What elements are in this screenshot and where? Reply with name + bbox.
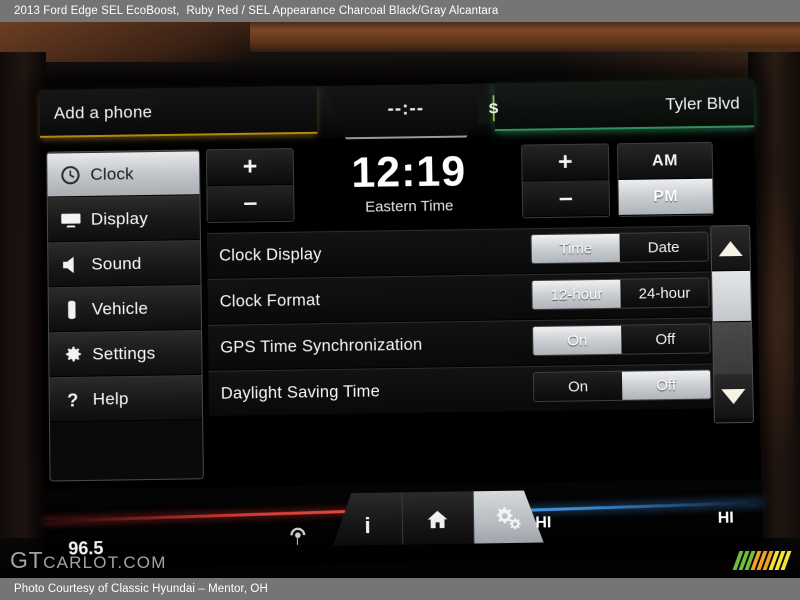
segment-option[interactable]: Off bbox=[621, 370, 711, 400]
settings-row-list: Clock Display Time Date Clock Format 12-… bbox=[206, 225, 720, 431]
current-street-label: Tyler Blvd bbox=[665, 93, 740, 114]
driver-temp-label[interactable]: HI bbox=[535, 514, 551, 532]
row-label: Clock Format bbox=[219, 290, 321, 311]
navigation-panel[interactable]: Tyler Blvd bbox=[494, 79, 755, 132]
audio-accent-line bbox=[43, 508, 375, 522]
minute-increment-button[interactable]: + bbox=[522, 144, 609, 182]
sidebar-item-sound[interactable]: Sound bbox=[48, 240, 201, 288]
segment-option[interactable]: 12-hour bbox=[532, 279, 621, 310]
watermark-brand: GT bbox=[10, 547, 44, 573]
passenger-temp-label[interactable]: HI bbox=[718, 510, 734, 528]
scrollbar-thumb[interactable] bbox=[712, 269, 752, 323]
screen-header: Add a phone --:-- S Tyler Blvd bbox=[39, 79, 755, 142]
photo-credit: Photo Courtesy of Classic Hyundai – Ment… bbox=[14, 583, 268, 595]
segment-option[interactable]: Time bbox=[531, 233, 620, 264]
minute-stepper: + – bbox=[521, 143, 611, 219]
sidebar-item-display[interactable]: Display bbox=[47, 195, 200, 243]
tab-settings[interactable] bbox=[473, 490, 543, 543]
table-row[interactable]: Clock Format 12-hour 24-hour bbox=[207, 271, 718, 325]
sidebar-item-vehicle[interactable]: Vehicle bbox=[48, 284, 202, 333]
caption-vehicle: 2013 Ford Edge SEL EcoBoost, bbox=[14, 5, 180, 17]
svg-text:?: ? bbox=[67, 389, 78, 410]
infotainment-screen: Add a phone --:-- S Tyler Blvd Clock Dis… bbox=[39, 79, 763, 569]
table-row[interactable]: GPS Time Synchronization On Off bbox=[208, 317, 719, 371]
segment-option[interactable]: Off bbox=[621, 324, 710, 354]
sidebar-item-label: Display bbox=[90, 208, 149, 229]
sidebar-item-settings[interactable]: Settings bbox=[49, 329, 202, 378]
clock-timezone-label: Eastern Time bbox=[365, 197, 454, 216]
chevron-up-icon bbox=[718, 240, 743, 256]
clock-editor: + – 12:19 Eastern Time + – AM PM bbox=[205, 141, 716, 227]
hour-decrement-button[interactable]: – bbox=[207, 184, 294, 223]
car-icon bbox=[61, 298, 83, 320]
speaker-icon bbox=[60, 253, 82, 275]
footer-tab-bar: i bbox=[332, 490, 543, 545]
header-clock: --:-- bbox=[387, 98, 425, 120]
sidebar-item-label: Sound bbox=[91, 253, 142, 274]
minute-decrement-button[interactable]: – bbox=[522, 180, 610, 218]
watermark-stripes bbox=[732, 551, 792, 570]
segment-option[interactable]: Date bbox=[619, 232, 708, 262]
compass-heading: S bbox=[488, 99, 499, 117]
clock-time-value: 12:19 bbox=[351, 147, 467, 197]
caption-trim: Ruby Red / SEL Appearance Charcoal Black… bbox=[186, 5, 499, 17]
am-button[interactable]: AM bbox=[617, 142, 713, 181]
sidebar-item-clock[interactable]: Clock bbox=[47, 150, 200, 198]
gear-icon bbox=[61, 343, 83, 365]
broadcast-icon[interactable] bbox=[285, 521, 311, 553]
sidebar-item-label: Clock bbox=[90, 164, 134, 184]
info-icon: i bbox=[364, 512, 371, 539]
sidebar-item-label: Settings bbox=[92, 343, 156, 364]
hour-stepper: + – bbox=[205, 148, 295, 224]
top-caption-bar: 2013 Ford Edge SEL EcoBoost, Ruby Red / … bbox=[0, 0, 800, 22]
chevron-down-icon bbox=[721, 388, 746, 404]
clock-icon bbox=[59, 164, 81, 186]
phone-panel[interactable]: Add a phone bbox=[39, 86, 318, 138]
daylight-saving-toggle: On Off bbox=[532, 369, 712, 403]
home-icon bbox=[425, 508, 450, 537]
screenshot-root: 2013 Ford Edge SEL EcoBoost, Ruby Red / … bbox=[0, 0, 800, 600]
table-row[interactable]: Clock Display Time Date bbox=[206, 225, 718, 279]
gps-time-sync-toggle: On Off bbox=[532, 323, 711, 357]
clock-format-toggle: 12-hour 24-hour bbox=[531, 277, 710, 311]
scrollbar-track[interactable] bbox=[713, 321, 753, 375]
bottom-caption-bar: Photo Courtesy of Classic Hyundai – Ment… bbox=[0, 578, 800, 600]
question-icon: ? bbox=[62, 388, 84, 410]
scroll-down-button[interactable] bbox=[714, 373, 753, 419]
row-label: Clock Display bbox=[219, 244, 322, 265]
pm-button[interactable]: PM bbox=[618, 178, 713, 216]
clock-display-toggle: Time Date bbox=[530, 231, 709, 265]
add-a-phone-label: Add a phone bbox=[53, 102, 153, 123]
vehicle-photo: Add a phone --:-- S Tyler Blvd Clock Dis… bbox=[0, 22, 800, 578]
segment-option[interactable]: 24-hour bbox=[620, 278, 709, 308]
settings-sidebar: Clock Display Sound Vehicle Settings ? H… bbox=[46, 149, 204, 482]
segment-option[interactable]: On bbox=[533, 325, 622, 356]
display-icon bbox=[60, 208, 82, 230]
hour-increment-button[interactable]: + bbox=[206, 149, 294, 187]
watermark: GT CARLOT.COM bbox=[10, 547, 167, 574]
tab-home[interactable] bbox=[403, 491, 474, 544]
scrollbar[interactable] bbox=[710, 224, 755, 424]
tab-info[interactable]: i bbox=[332, 492, 403, 545]
row-label: Daylight Saving Time bbox=[220, 381, 381, 403]
gears-icon bbox=[495, 506, 523, 536]
table-row[interactable]: Daylight Saving Time On Off bbox=[208, 363, 720, 417]
watermark-domain: CARLOT.COM bbox=[43, 553, 167, 572]
row-label: GPS Time Synchronization bbox=[220, 335, 423, 357]
sidebar-item-help[interactable]: ? Help bbox=[49, 374, 203, 423]
segment-option[interactable]: On bbox=[533, 371, 623, 402]
sidebar-item-label: Vehicle bbox=[91, 298, 149, 319]
meridiem-selector: AM PM bbox=[616, 141, 714, 217]
sidebar-item-label: Help bbox=[92, 389, 129, 409]
scroll-up-button[interactable] bbox=[711, 225, 750, 271]
